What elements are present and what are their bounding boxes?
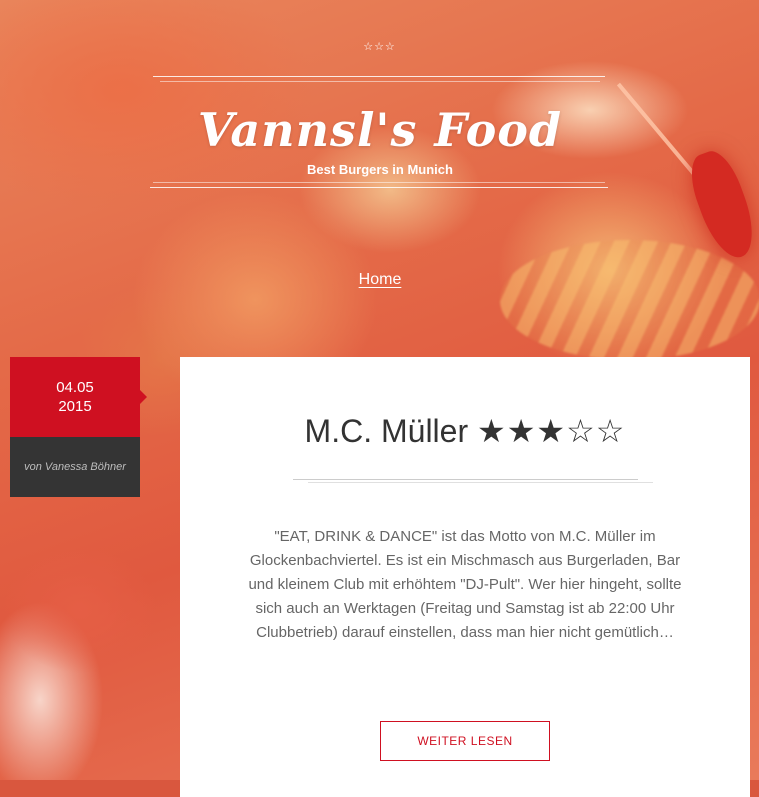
chili-image-detail [682, 145, 759, 265]
header-top-rule-thin [160, 81, 600, 82]
site-title[interactable]: Vannsl's Food [150, 100, 610, 160]
header-bottom-rule [150, 187, 608, 188]
title-divider [293, 479, 638, 480]
title-divider-thin [308, 482, 653, 483]
post-date-day-month: 04.05 [56, 379, 94, 396]
post-title-text: M.C. Müller [304, 413, 469, 449]
read-more-button[interactable]: WEITER LESEN [380, 721, 550, 761]
skewer-image-detail [616, 82, 698, 178]
post-excerpt: "EAT, DRINK & DANCE" ist das Motto von M… [248, 528, 682, 641]
post-card: M.C. Müller ★★★☆☆ "EAT, DRINK & DANCE" i… [180, 357, 750, 797]
fries-image-detail [500, 240, 759, 360]
nav-home-link[interactable]: Home [340, 271, 420, 289]
site-tagline: Best Burgers in Munich [307, 162, 453, 177]
header-bottom-rule-thin [153, 182, 605, 183]
rating-stars-icon: ★★★☆☆ [477, 413, 626, 449]
post-title[interactable]: M.C. Müller ★★★☆☆ [180, 411, 750, 451]
post-date-year: 2015 [58, 398, 92, 415]
post-author: von Vanessa Böhner [10, 437, 140, 497]
header-top-rule [153, 76, 605, 77]
post-date-badge: 04.05 2015 [10, 357, 147, 437]
header-stars-icon: ☆☆☆ [363, 41, 396, 53]
